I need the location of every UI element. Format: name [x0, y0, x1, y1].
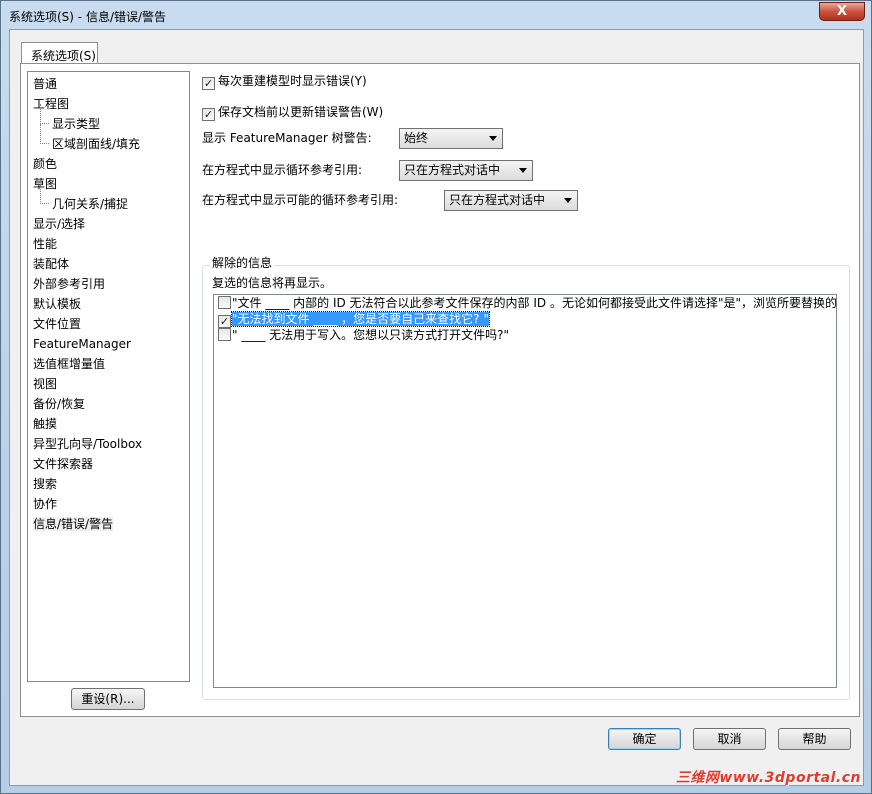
close-button[interactable]: X	[819, 2, 865, 21]
tree-item[interactable]: 信息/错误/警告	[28, 514, 189, 534]
chevron-down-icon	[564, 198, 572, 203]
tree-item-label: 装配体	[33, 257, 70, 271]
message-text: " ____ 无法用于写入。您想以只读方式打开文件吗?"	[232, 328, 510, 342]
fm-tree-warning-select[interactable]: 始终	[399, 128, 503, 149]
cancel-button[interactable]: 取消	[693, 728, 766, 750]
tree-item[interactable]: 草图	[28, 174, 189, 194]
tree-item[interactable]: 显示/选择	[28, 214, 189, 234]
dialog-window: 系统选项(S) - 信息/错误/警告 X 系统选项(S) 普通工程图显示类型区域…	[0, 0, 872, 794]
tree-item[interactable]: 备份/恢复	[28, 394, 189, 414]
tree-item[interactable]: 协作	[28, 494, 189, 514]
tree-item-label: 触摸	[33, 417, 58, 431]
checkbox[interactable]: ✓	[202, 77, 215, 90]
watermark: 三维网www.3dportal.cn	[675, 770, 861, 786]
fm-tree-warning-label: 显示 FeatureManager 树警告:	[202, 131, 372, 145]
tree-item[interactable]: 异型孔向导/Toolbox	[28, 434, 189, 454]
possible-circular-ref-select[interactable]: 只在方程式对话中	[444, 190, 578, 211]
chevron-down-icon	[519, 168, 527, 173]
tree-item-label: 文件探索器	[33, 457, 94, 471]
tree-item[interactable]: 显示类型	[28, 104, 189, 134]
tree-item[interactable]: 区域剖面线/填充	[28, 124, 189, 154]
list-item[interactable]: " ____ 无法用于写入。您想以只读方式打开文件吗?"	[214, 327, 836, 343]
reset-button[interactable]: 重设(R)...	[71, 688, 145, 710]
tree-item-label: 几何关系/捕捉	[52, 197, 129, 211]
tree-item-label: 搜索	[33, 477, 58, 491]
tree-item[interactable]: 视图	[28, 374, 189, 394]
tree-item-label: 视图	[33, 377, 58, 391]
tab-panel: 普通工程图显示类型区域剖面线/填充颜色草图几何关系/捕捉显示/选择性能装配体外部…	[20, 63, 860, 717]
title-bar[interactable]: 系统选项(S) - 信息/错误/警告 X	[1, 1, 871, 29]
tree-item-label: 工程图	[33, 97, 70, 111]
tree-item[interactable]: 颜色	[28, 154, 189, 174]
select-value: 只在方程式对话中	[404, 163, 501, 177]
tree-item-label: 选值框增量值	[33, 357, 106, 371]
circular-ref-select[interactable]: 只在方程式对话中	[399, 160, 533, 181]
options-tree[interactable]: 普通工程图显示类型区域剖面线/填充颜色草图几何关系/捕捉显示/选择性能装配体外部…	[27, 71, 190, 682]
tree-item-label: 性能	[33, 237, 58, 251]
help-button[interactable]: 帮助	[778, 728, 851, 750]
tree-item[interactable]: 默认模板	[28, 294, 189, 314]
checkbox[interactable]	[218, 328, 231, 341]
tree-item[interactable]: 几何关系/捕捉	[28, 184, 189, 214]
tree-item-label: 颜色	[33, 157, 58, 171]
tab-system-options[interactable]: 系统选项(S)	[21, 42, 98, 64]
dialog-client: 系统选项(S) 普通工程图显示类型区域剖面线/填充颜色草图几何关系/捕捉显示/选…	[9, 29, 864, 786]
group-title: 解除的信息	[210, 254, 275, 272]
tree-item-label: 普通	[33, 77, 58, 91]
tree-item-label: 显示/选择	[33, 217, 86, 231]
message-text: "无法找到文件 ____ ，您是否要自己来查找它? "	[231, 311, 490, 327]
tree-item[interactable]: 普通	[28, 74, 189, 94]
tree-item[interactable]: 触摸	[28, 414, 189, 434]
tree-item[interactable]: 搜索	[28, 474, 189, 494]
checkbox[interactable]: ✓	[202, 108, 215, 121]
tree-item[interactable]: 选值框增量值	[28, 354, 189, 374]
tree-item-label: 文件位置	[33, 317, 82, 331]
possible-circular-ref-label: 在方程式中显示可能的循环参考引用:	[202, 193, 399, 207]
option-show-errors-rebuild[interactable]: ✓ 每次重建模型时显示错误(Y)	[202, 71, 367, 91]
tree-item-label: FeatureManager	[33, 337, 131, 351]
tree-item-label: 区域剖面线/填充	[52, 137, 141, 151]
dismissed-messages-list[interactable]: "文件 ____ 内部的 ID 无法符合以此参考文件保存的内部 ID 。无论如何…	[213, 294, 837, 688]
option-label: 每次重建模型时显示错误(Y)	[218, 74, 367, 88]
select-value: 只在方程式对话中	[449, 193, 546, 207]
tree-item-label: 默认模板	[33, 297, 82, 311]
option-save-before-update[interactable]: ✓ 保存文档前以更新错误警告(W)	[202, 102, 383, 122]
tree-item-label: 异型孔向导/Toolbox	[33, 437, 143, 451]
tree-item-label: 显示类型	[52, 117, 101, 131]
select-value: 始终	[404, 131, 429, 145]
tree-item-label: 备份/恢复	[33, 397, 86, 411]
tree-item-label: 信息/错误/警告	[33, 517, 114, 531]
chevron-down-icon	[489, 136, 497, 141]
tree-item[interactable]: 文件探索器	[28, 454, 189, 474]
tree-item[interactable]: 外部参考引用	[28, 274, 189, 294]
tree-item-label: 协作	[33, 497, 58, 511]
tree-item[interactable]: FeatureManager	[28, 334, 189, 354]
window-title: 系统选项(S) - 信息/错误/警告	[9, 10, 167, 24]
list-item[interactable]: ✓ "无法找到文件 ____ ，您是否要自己来查找它? "	[214, 311, 836, 328]
tree-item[interactable]: 工程图	[28, 94, 189, 114]
checkbox[interactable]: ✓	[218, 315, 231, 328]
group-description: 复选的信息将再显示。	[212, 276, 333, 290]
ok-button[interactable]: 确定	[608, 728, 681, 750]
circular-ref-label: 在方程式中显示循环参考引用:	[202, 163, 363, 177]
checkbox[interactable]	[218, 296, 231, 309]
tree-item-label: 外部参考引用	[33, 277, 106, 291]
tree-item[interactable]: 装配体	[28, 254, 189, 274]
tree-item[interactable]: 文件位置	[28, 314, 189, 334]
option-label: 保存文档前以更新错误警告(W)	[218, 105, 384, 119]
list-item[interactable]: "文件 ____ 内部的 ID 无法符合以此参考文件保存的内部 ID 。无论如何…	[214, 295, 836, 311]
tree-item[interactable]: 性能	[28, 234, 189, 254]
message-text: "文件 ____ 内部的 ID 无法符合以此参考文件保存的内部 ID 。无论如何…	[232, 296, 837, 310]
